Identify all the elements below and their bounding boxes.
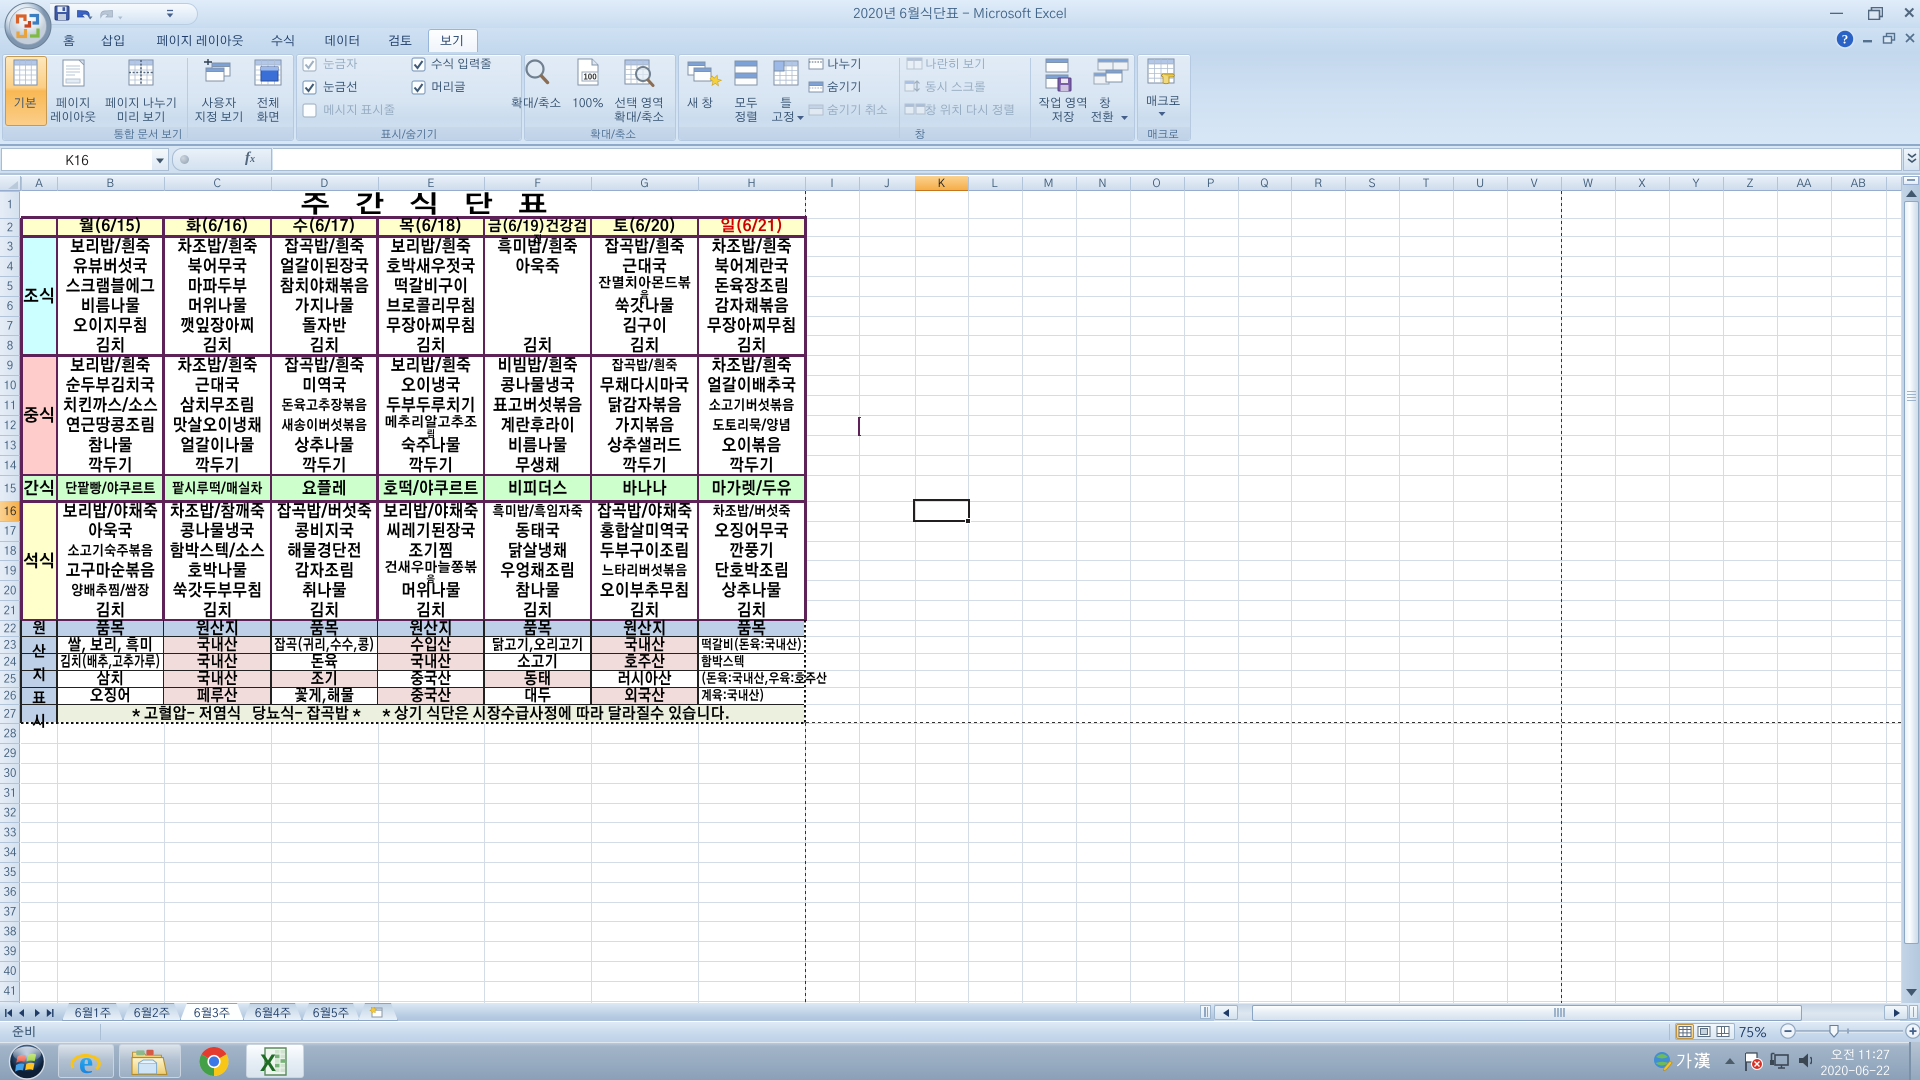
svg-text:100: 100 <box>583 73 597 82</box>
